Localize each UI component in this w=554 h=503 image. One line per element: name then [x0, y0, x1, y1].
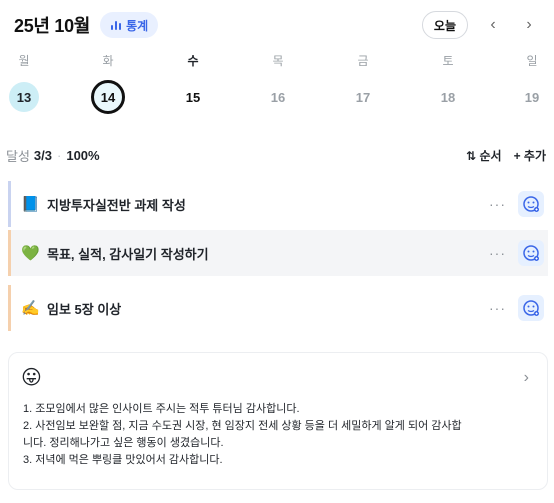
- more-options-icon[interactable]: ···: [489, 196, 506, 212]
- more-options-icon[interactable]: ···: [489, 245, 506, 261]
- journal-line: 1. 조모임에서 많은 인사이트 주시는 적투 튜터님 감사합니다.: [23, 403, 300, 415]
- date-number: 14: [91, 80, 125, 114]
- weekday-label: 금: [357, 54, 369, 68]
- mood-face-icon[interactable]: [518, 295, 544, 321]
- date-number: 17: [355, 89, 371, 105]
- weekday-label: 일: [526, 54, 538, 68]
- date-number: 18: [440, 89, 456, 105]
- weekday-label: 화: [102, 54, 114, 68]
- separator-dot: ·: [57, 147, 62, 163]
- day-tue[interactable]: 화 14: [88, 52, 128, 114]
- book-emoji: 📘: [21, 196, 40, 213]
- day-fri[interactable]: 금 17: [343, 52, 383, 112]
- day-thu[interactable]: 목 16: [258, 52, 298, 112]
- journal-line: 3. 저녁에 먹은 뿌링클 맛있어서 감사합니다.: [23, 454, 223, 466]
- stats-label: 통계: [126, 18, 149, 33]
- bar-chart-icon: [110, 19, 122, 31]
- green-heart-emoji: 💚: [21, 245, 40, 262]
- day-wed[interactable]: 수 15: [173, 52, 213, 112]
- writing-hand-emoji: ✍️: [21, 300, 40, 317]
- journal-text: 1. 조모임에서 많은 인사이트 주시는 적투 튜터님 감사합니다. 2. 사전…: [23, 401, 529, 469]
- day-sun[interactable]: 일 19: [512, 52, 552, 112]
- task-title: 임보 5장 이상: [47, 301, 122, 317]
- mood-face-icon[interactable]: [518, 240, 544, 266]
- achievement-percent: 100%: [66, 147, 100, 163]
- achievement-count: 3/3: [33, 147, 52, 163]
- day-mon[interactable]: 월 13: [4, 52, 44, 112]
- date-number: 13: [9, 82, 39, 112]
- weekday-label: 수: [187, 54, 199, 68]
- gratitude-journal-card[interactable]: 😛 › 1. 조모임에서 많은 인사이트 주시는 적투 튜터님 감사합니다. 2…: [8, 352, 548, 490]
- more-options-icon[interactable]: ···: [489, 300, 506, 316]
- chevron-right-icon[interactable]: ›: [524, 369, 529, 387]
- week-strip: 월 13 화 14 수 15 목 16 금 17 토 18 일 19: [0, 52, 554, 114]
- task-item[interactable]: ✍️ 임보 5장 이상 ···: [8, 285, 548, 331]
- task-item[interactable]: 📘 지방투자실전반 과제 작성 ···: [8, 181, 548, 227]
- weekday-label: 월: [18, 54, 30, 68]
- journal-line: 니다. 정리해나가고 싶은 행동이 생겼습니다.: [23, 437, 224, 449]
- mood-face-icon[interactable]: [518, 191, 544, 217]
- tongue-face-emoji: 😛: [21, 367, 42, 389]
- date-number: 15: [185, 89, 201, 105]
- task-title: 지방투자실전반 과제 작성: [47, 197, 186, 213]
- weekday-label: 토: [442, 54, 454, 68]
- achievement-label: 달성: [6, 148, 30, 164]
- add-button[interactable]: + 추가: [514, 147, 546, 164]
- month-title: 25년 10월: [14, 16, 91, 36]
- date-number: 16: [270, 89, 286, 105]
- task-item[interactable]: 💚 목표, 실적, 감사일기 작성하기 ···: [8, 230, 548, 276]
- date-number: 19: [524, 89, 540, 105]
- task-title: 목표, 실적, 감사일기 작성하기: [47, 246, 209, 262]
- chevron-right-icon[interactable]: ›: [518, 14, 540, 36]
- journal-line: 2. 사전임보 보완할 점, 지금 수도권 시장, 현 임장지 전세 상황 등을…: [23, 420, 462, 432]
- calendar-header: 25년 10월 통계 오늘 ‹ ›: [14, 8, 540, 42]
- today-button[interactable]: 오늘: [421, 11, 468, 39]
- achievement-summary: 달성 3/3 · 100% ⇅ 순서 + 추가: [6, 145, 546, 165]
- chevron-left-icon[interactable]: ‹: [482, 14, 504, 36]
- stats-button[interactable]: 통계: [100, 12, 159, 38]
- weekday-label: 목: [272, 54, 284, 68]
- day-sat[interactable]: 토 18: [428, 52, 468, 112]
- sort-button[interactable]: ⇅ 순서: [466, 147, 501, 164]
